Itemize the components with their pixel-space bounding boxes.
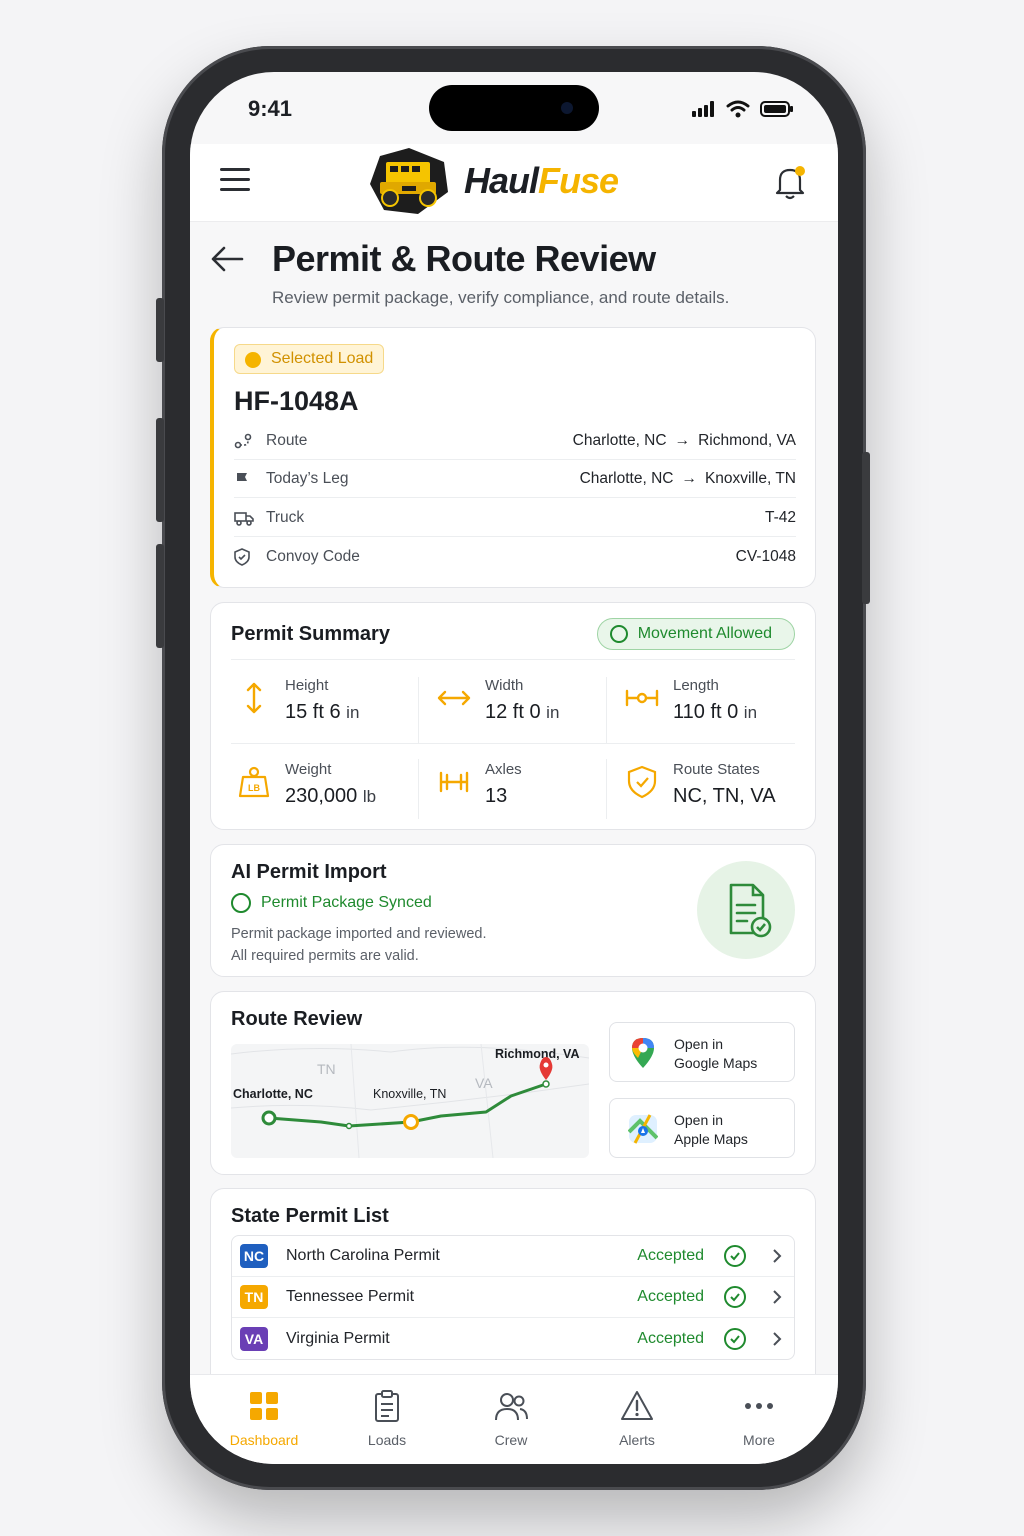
map-label-richmond: Richmond, VA (495, 1047, 580, 1061)
camera (561, 102, 573, 114)
chevron-right-icon (773, 1290, 782, 1304)
permit-summary-title: Permit Summary (231, 623, 390, 645)
state-permit-list-title: State Permit List (231, 1205, 389, 1227)
load-row-route: Route Charlotte, NC → Richmond, VA (234, 422, 796, 460)
clipboard-icon (375, 1390, 399, 1422)
metric-axles: Axles 13 (431, 743, 617, 827)
load-row-todays-leg: Today’s Leg Charlotte, NC → Knoxville, TN (234, 460, 796, 498)
open-apple-maps-button[interactable]: Open in Apple Maps (609, 1098, 795, 1158)
arrow-right-icon: → (674, 431, 691, 449)
dashboard-icon (250, 1392, 278, 1420)
map-label-tn: TN (317, 1061, 336, 1077)
phone-side-button (156, 418, 164, 522)
tab-loads[interactable]: Loads (332, 1389, 442, 1448)
route-review-title: Route Review (231, 1008, 363, 1030)
bottom-tab-bar: Dashboard Loads Crew Alerts More (190, 1374, 838, 1464)
chevron-right-icon (773, 1249, 782, 1263)
google-maps-icon (632, 1038, 654, 1068)
metric-weight: LB Weight 230,000 lb (231, 743, 417, 827)
flag-icon (234, 470, 256, 488)
wifi-icon (726, 100, 750, 118)
ai-import-description: Permit package imported and reviewed. Al… (231, 926, 487, 964)
users-icon (495, 1393, 528, 1421)
state-permit-list-card: State Permit List NC North Carolina Perm… (210, 1188, 816, 1388)
height-arrows-icon (246, 682, 262, 714)
logo-text-fuse: Fuse (538, 160, 619, 201)
logo-text-haul: Haul (464, 160, 539, 201)
chevron-right-icon (773, 1331, 782, 1346)
check-circle-icon (609, 625, 628, 643)
permit-row-tn[interactable]: TN Tennessee Permit Accepted (232, 1277, 794, 1318)
metric-route-states: Route States NC, TN, VA (619, 743, 805, 827)
shield-icon (234, 548, 256, 566)
signal-icon (692, 101, 714, 117)
status-icons (692, 100, 794, 118)
permit-row-va[interactable]: VA Virginia Permit Accepted (232, 1318, 794, 1359)
notification-bell-icon[interactable] (770, 162, 810, 202)
status-time: 9:41 (248, 96, 293, 121)
shield-check-icon (627, 765, 657, 799)
check-circle-icon (724, 1245, 746, 1267)
permit-synced-status: Permit Package Synced (231, 893, 432, 913)
svg-text:LB: LB (248, 783, 260, 793)
load-id: HF-1048A (234, 386, 359, 416)
route-review-card: Route Review TN VA Charlotte, NC Knoxvil… (210, 991, 816, 1175)
app-logo: HaulFuse (366, 144, 619, 218)
phone-side-button (156, 544, 164, 648)
route-icon (234, 432, 256, 450)
map-label-knoxville: Knoxville, TN (373, 1087, 446, 1101)
route-map[interactable]: TN VA Charlotte, NC Knoxville, TN Richmo… (231, 1044, 589, 1158)
screen: 9:41 HaulFuse Permit & Route Review Revi… (190, 72, 838, 1464)
document-check-icon (697, 861, 795, 959)
tab-dashboard[interactable]: Dashboard (209, 1389, 319, 1448)
app-header: HaulFuse (190, 144, 838, 222)
selected-load-badge: Selected Load (234, 344, 385, 374)
permit-list: NC North Carolina Permit Accepted TN Ten… (231, 1235, 795, 1360)
check-icon (245, 352, 261, 368)
apple-maps-icon (628, 1114, 658, 1144)
metric-height: Height 15 ft 6 in (231, 659, 417, 743)
tab-alerts[interactable]: Alerts (582, 1389, 692, 1448)
page-subtitle: Review permit package, verify compliance… (272, 288, 730, 307)
load-row-truck: Truck T-42 (234, 499, 796, 537)
more-icon (745, 1403, 773, 1409)
alert-icon (621, 1391, 653, 1420)
length-icon (625, 689, 659, 707)
movement-allowed-badge: Movement Allowed (596, 618, 795, 650)
phone-side-button (156, 298, 164, 362)
axles-icon (439, 771, 469, 793)
state-badge-nc: NC (240, 1244, 268, 1268)
check-circle-icon (724, 1286, 746, 1308)
state-badge-va: VA (240, 1326, 268, 1351)
page-title: Permit & Route Review (272, 238, 656, 279)
tab-more[interactable]: More (704, 1389, 814, 1448)
arrow-right-icon: → (681, 469, 697, 487)
permit-summary-card: Permit Summary Movement Allowed Height 1… (210, 602, 816, 830)
ai-permit-import-card: AI Permit Import Permit Package Synced P… (210, 844, 816, 977)
phone-side-button (862, 452, 870, 604)
map-label-charlotte: Charlotte, NC (233, 1087, 313, 1101)
ai-import-title: AI Permit Import (231, 861, 387, 883)
state-badge-tn: TN (240, 1285, 268, 1309)
open-google-maps-button[interactable]: Open in Google Maps (609, 1022, 795, 1082)
width-arrows-icon (437, 690, 471, 706)
back-arrow-icon[interactable] (210, 244, 244, 274)
metric-width: Width 12 ft 0 in (431, 659, 617, 743)
weight-icon: LB (238, 766, 270, 798)
tab-crew[interactable]: Crew (456, 1389, 566, 1448)
permit-row-nc[interactable]: NC North Carolina Permit Accepted (232, 1236, 794, 1277)
dynamic-island (429, 85, 599, 131)
selected-load-card[interactable]: Selected Load HF-1048A Route Charlotte, … (210, 327, 816, 588)
truck-icon (234, 509, 256, 527)
map-label-va: VA (475, 1075, 493, 1091)
metric-length: Length 110 ft 0 in (619, 659, 805, 743)
load-row-convoy-code: Convoy Code CV-1048 (234, 538, 796, 576)
check-circle-icon (231, 893, 251, 913)
check-circle-icon (724, 1327, 746, 1350)
truck-logo-icon (370, 148, 448, 214)
menu-icon[interactable] (220, 168, 250, 192)
battery-icon (760, 101, 793, 117)
